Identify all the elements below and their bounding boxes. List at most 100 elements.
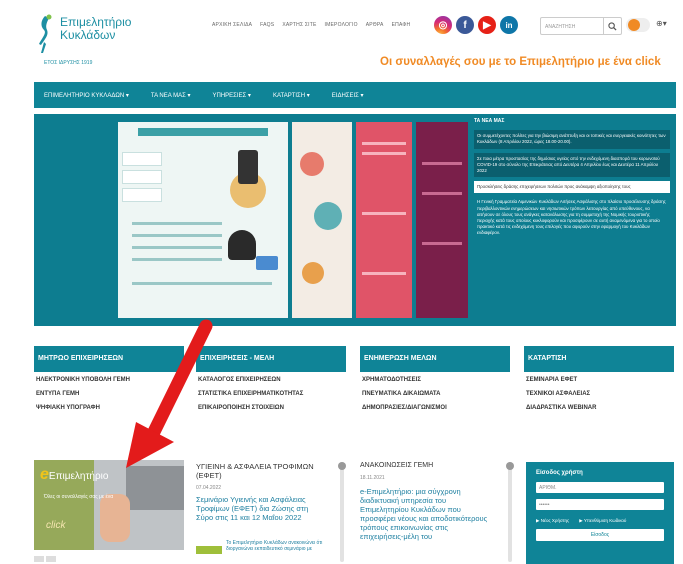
search-button[interactable] (603, 18, 621, 34)
slide-line (132, 222, 222, 225)
nav-item-services[interactable]: ΥΠΗΡΕΣΙΕΣ ▾ (213, 92, 251, 99)
category-link[interactable]: ΧΡΗΜΑΤΟΔΟΤΗΣΕΙΣ (360, 372, 510, 386)
promo-pager (34, 556, 184, 564)
login-button[interactable]: Είσοδος (536, 529, 664, 541)
category-link[interactable]: ΔΗΜΟΠΡΑΣΙΕΣ/ΔΙΑΓΩΝΙΣΜΟΙ (360, 400, 510, 414)
new-user-link[interactable]: ▶ Νέος Χρήστης (536, 518, 569, 524)
page: Επιμελητήριο Κυκλάδων ΕΤΟΣ ΙΔΡΥΣΗΣ 1919 … (0, 0, 683, 564)
news-scrollbar[interactable] (506, 462, 514, 562)
login-box: Είσοδος χρήστη ΑΡΙΘΜ. •••••• ▶ Νέος Χρήσ… (526, 462, 674, 564)
category-link[interactable]: ΠΝΕΥΜΑΤΙΚΑ ΔΙΚΑΙΩΜΑΤΑ (360, 386, 510, 400)
category-link[interactable]: ΣΕΜΙΝΑΡΙΑ ΕΦΕΤ (524, 372, 674, 386)
category-head[interactable]: ΚΑΤΑΡΤΙΣΗ (524, 346, 674, 372)
category-member-updates: ΕΝΗΜΕΡΩΣΗ ΜΕΛΩΝ ΧΡΗΜΑΤΟΔΟΤΗΣΕΙΣ ΠΝΕΥΜΑΤΙ… (360, 346, 510, 414)
logo-line2: Κυκλάδων (60, 28, 116, 42)
top-link[interactable]: ΕΠΑΦΗ (392, 22, 411, 28)
login-title: Είσοδος χρήστη (536, 470, 583, 476)
news-link[interactable]: e-Επιμελητήριο: μια σύγχρονη διαδικτυακή… (360, 487, 490, 541)
linkedin-icon[interactable]: in (500, 16, 518, 34)
red-arrow-annotation (126, 319, 213, 468)
password-input[interactable]: •••••• (536, 499, 664, 510)
slide-line (422, 162, 462, 165)
news-text: Η Γενική Γραμματεία Λιμενικών Κυκλάδων Α… (477, 199, 666, 236)
slide-line (132, 246, 222, 249)
category-head[interactable]: ΕΝΗΜΕΡΩΣΗ ΜΕΛΩΝ (360, 346, 510, 372)
pager-dot[interactable] (46, 556, 56, 562)
category-link[interactable]: ΤΕΧΝΙΚΟΙ ΑΣΦΑΛΕΙΑΣ (524, 386, 674, 400)
phone-illustration (238, 150, 258, 184)
hero-banner[interactable]: ΤΑ ΝΕΑ ΜΑΣ Οι συμμετέχοντες πολίτες για … (34, 114, 676, 326)
hacker-illustration (228, 230, 256, 260)
top-link[interactable]: ΑΡΘΡΑ (366, 22, 384, 28)
search-icon (608, 21, 617, 31)
news-thumbnail (196, 546, 222, 554)
scroll-thumb[interactable] (338, 462, 346, 470)
instagram-icon[interactable]: ◎ (434, 16, 452, 34)
toggle-knob (628, 19, 640, 31)
forgot-password-link[interactable]: ▶ Υπενθύμιση Κωδικού (579, 518, 626, 524)
nav-item-news[interactable]: ΤΑ ΝΕΑ ΜΑΣ ▾ (151, 92, 191, 99)
news-scrollbar[interactable] (338, 462, 346, 562)
news-item[interactable]: Οι συμμετέχοντες πολίτες για την βιώσιμη… (474, 130, 670, 149)
slide-header-bar (138, 128, 268, 136)
hero-slide-3[interactable] (356, 122, 412, 318)
news-item[interactable]: Σε ποια μέτρα προστασίας της δημόσιας υγ… (474, 152, 670, 178)
slide-line (362, 212, 406, 215)
top-link[interactable]: FAQS (260, 22, 274, 28)
news-date: 07.04.2022 (196, 485, 222, 491)
username-input[interactable]: ΑΡΙΘΜ. (536, 482, 664, 493)
slide-line (362, 152, 406, 155)
contrast-toggle[interactable] (626, 18, 650, 32)
scroll-thumb[interactable] (506, 462, 514, 470)
slide-cards (122, 152, 162, 222)
hand-illustration (100, 494, 130, 542)
slogan: Οι συναλλαγές σου με το Επιμελητήριο με … (380, 56, 661, 68)
slide-line (132, 234, 222, 237)
slide-line (362, 272, 406, 275)
promo-brand: eΕπιμελητήριο (40, 466, 108, 484)
youtube-icon[interactable]: ▶ (478, 16, 496, 34)
site-logo[interactable]: Επιμελητήριο Κυκλάδων ΕΤΟΣ ΙΔΡΥΣΗΣ 1919 (36, 14, 156, 68)
news-date: 18.11.2021 (360, 475, 385, 481)
top-link[interactable]: ΙΜΕΡΟΛΟΓΙΟ (325, 22, 358, 28)
news-excerpt: Το Επιμελητήριο Κυκλάδων ανακοινώνει ότι… (226, 540, 323, 552)
facebook-icon[interactable]: f (456, 16, 474, 34)
promo-small-text: Όλες οι συναλλαγές σας με ένα (44, 494, 114, 500)
slide-circle (300, 152, 324, 176)
login-links: ▶ Νέος Χρήστης ▶ Υπενθύμιση Κωδικού (536, 518, 664, 524)
hero-slide-4[interactable] (416, 122, 468, 318)
slide-circle (314, 202, 342, 230)
nav-item-chamber[interactable]: ΕΠΙΜΕΛΗΤΗΡΙΟ ΚΥΚΛΑΔΩΝ ▾ (44, 92, 129, 99)
top-link[interactable]: ΑΡΧΙΚΗ ΣΕΛΙΔΑ (212, 22, 252, 28)
social-icons: ◎ f ▶ in (434, 16, 518, 34)
slide-line (132, 258, 222, 261)
nav-item-announcements[interactable]: ΕΙΔΗΣΕΙΣ ▾ (332, 92, 364, 99)
logo-figure-icon (39, 14, 52, 53)
slide-line (132, 282, 272, 285)
logo-tagline: ΕΤΟΣ ΙΔΡΥΣΗΣ 1919 (44, 60, 93, 66)
promo-brand-text: Επιμελητήριο (48, 471, 109, 482)
main-nav: ΕΠΙΜΕΛΗΤΗΡΙΟ ΚΥΚΛΑΔΩΝ ▾ ΤΑ ΝΕΑ ΜΑΣ ▾ ΥΠΗ… (34, 82, 676, 108)
hero-slide-2[interactable] (292, 122, 352, 318)
news-panel: ΤΑ ΝΕΑ ΜΑΣ Οι συμμετέχοντες πολίτες για … (474, 118, 670, 322)
promo-brand-e: e (40, 466, 49, 483)
gemi-announcements: ΑΝΑΚΟΙΝΩΣΕΙΣ ΓΕΜΗ 18.11.2021 e-Επιμελητή… (360, 462, 490, 541)
news-item-highlight[interactable]: Προσκλήσεις δράσης επιχειρήσεων πολιτών … (474, 181, 670, 194)
column-heading: ΑΝΑΚΟΙΝΩΣΕΙΣ ΓΕΜΗ (360, 462, 434, 469)
category-link[interactable]: ΔΙΑΔΡΑΣΤΙΚΑ WEBINAR (524, 400, 674, 414)
news-link[interactable]: Σεμινάριο Υγιεινής και Ασφάλειας Τροφίμω… (196, 495, 324, 522)
language-selector[interactable]: ⊕▾ (656, 19, 667, 28)
search-input[interactable]: ΑΝΑΖΗΤΗΣΗ (541, 18, 603, 34)
promo-click-text: click (46, 520, 66, 531)
nav-item-training[interactable]: ΚΑΤΑΡΤΙΣΗ ▾ (273, 92, 310, 99)
slide-line (422, 242, 462, 245)
pager-dot[interactable] (34, 556, 44, 562)
top-link[interactable]: ΧΑΡΤΗΣ ΣΙΤΕ (282, 22, 316, 28)
credit-card-illustration (256, 256, 278, 270)
news-title: ΤΑ ΝΕΑ ΜΑΣ (474, 118, 505, 124)
category-training: ΚΑΤΑΡΤΙΣΗ ΣΕΜΙΝΑΡΙΑ ΕΦΕΤ ΤΕΧΝΙΚΟΙ ΑΣΦΑΛΕ… (524, 346, 674, 414)
slide-line (362, 142, 406, 145)
slide-line (422, 192, 462, 195)
hero-slide-infographic[interactable] (118, 122, 288, 318)
top-links: ΑΡΧΙΚΗ ΣΕΛΙΔΑ FAQS ΧΑΡΤΗΣ ΣΙΤΕ ΙΜΕΡΟΛΟΓΙ… (212, 22, 410, 28)
